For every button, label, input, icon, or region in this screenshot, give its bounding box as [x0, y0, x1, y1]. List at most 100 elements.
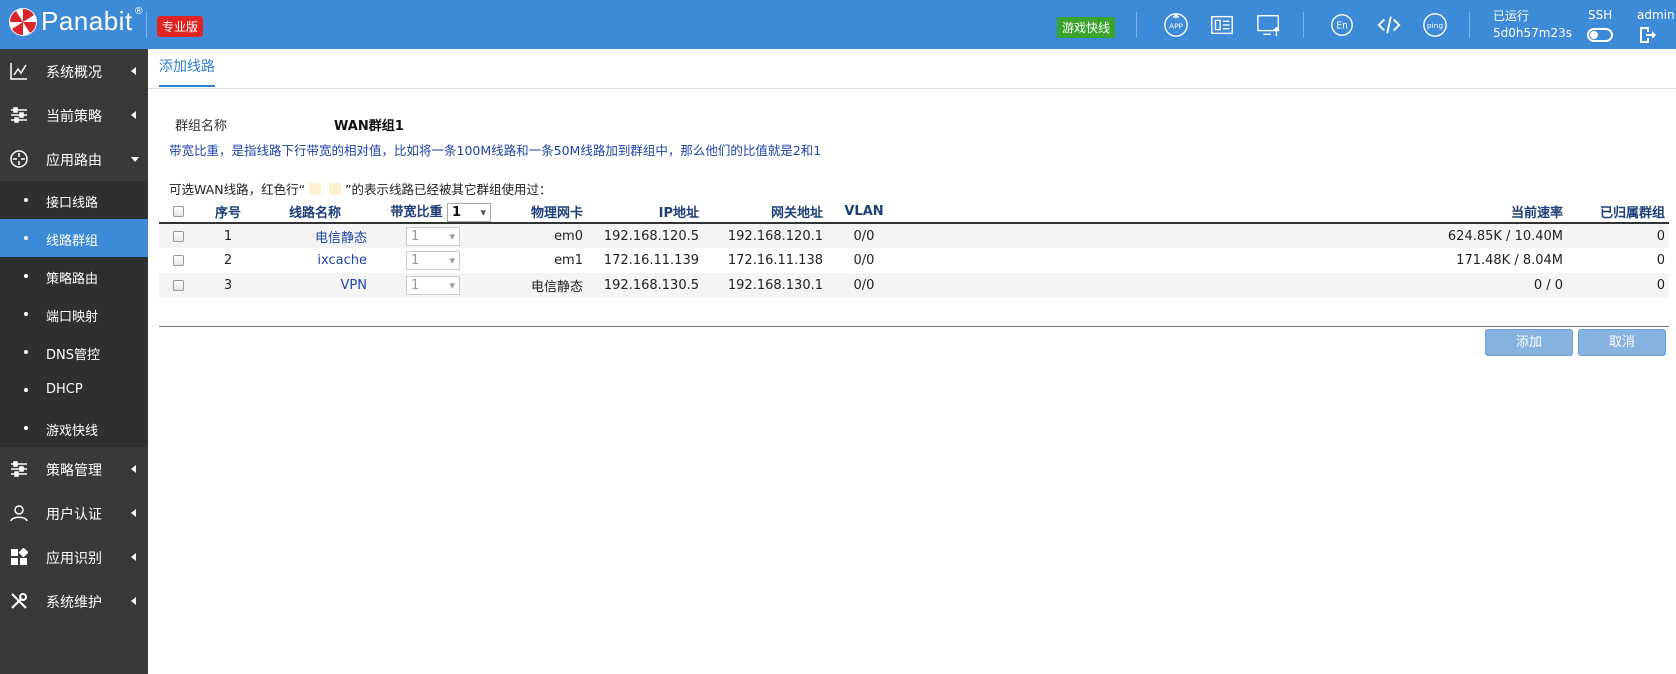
available-lines-hint: 可选WAN线路，红色行“ ”的表示线路已经被其它群组使用过：: [169, 179, 552, 198]
sidebar-subitem-interface-lines[interactable]: 接口线路: [0, 181, 148, 219]
ping-icon[interactable]: ping: [1421, 12, 1449, 38]
caret-left-icon: [131, 553, 136, 561]
brand-name: Panabit: [41, 6, 133, 36]
sidebar-item-label: 用户认证: [46, 507, 102, 523]
divider: [159, 326, 1669, 327]
col-weight: 带宽比重 1: [371, 201, 495, 224]
sidebar-item-user-auth[interactable]: 用户认证: [0, 491, 148, 535]
sidebar-subitem-policy-routing[interactable]: 策略路由: [0, 257, 148, 295]
row-weight: 1: [371, 223, 495, 248]
sidebar-item-overview[interactable]: 系统概况: [0, 49, 148, 93]
top-bar: Panabit ® 专业版 游戏快线 APP En ping 已运行 5d0h5…: [0, 0, 1676, 49]
sidebar-subitem-label: 线路群组: [46, 234, 99, 249]
svg-text:APP: APP: [1169, 22, 1184, 31]
sidebar-item-label: 系统概况: [46, 65, 102, 81]
row-rate: 171.48K / 8.04M: [1456, 253, 1563, 268]
row-nic: em1: [554, 253, 583, 268]
edition-badge: 专业版: [157, 16, 204, 37]
row-weight: 1: [371, 273, 495, 298]
table-row[interactable]: 2 ixcache 1 em1 172.16.11.139 172.16.11.…: [159, 248, 1669, 273]
line-name-link[interactable]: 电信静态: [315, 231, 367, 246]
line-name-link[interactable]: VPN: [341, 278, 367, 293]
row-checkbox[interactable]: [172, 280, 184, 291]
sidebar-item-app-identify[interactable]: 应用识别: [0, 535, 148, 579]
router-icon: [10, 150, 28, 168]
row-seq: 3: [197, 273, 259, 298]
hint-suffix: ”的表示线路已经被其它群组使用过：: [345, 182, 552, 197]
caret-left-icon: [131, 111, 136, 119]
add-button[interactable]: 添加: [1485, 329, 1573, 356]
sidebar-item-system-maint[interactable]: 系统维护: [0, 579, 148, 623]
sidebar-subitem-label: 端口映射: [46, 310, 99, 325]
line-name-link[interactable]: ixcache: [317, 253, 367, 268]
select-all-checkbox[interactable]: [172, 206, 184, 217]
col-nic: 物理网卡: [495, 201, 587, 224]
table-row[interactable]: 1 电信静态 1 em0 192.168.120.5 192.168.120.1…: [159, 223, 1669, 248]
sidebar-subitem-label: 游戏快线: [46, 424, 99, 439]
col-group: 已归属群组: [1567, 201, 1669, 224]
divider: [146, 12, 147, 38]
screen-upload-icon[interactable]: [1255, 12, 1283, 38]
game-accel-badge[interactable]: 游戏快线: [1057, 17, 1116, 38]
weight-select[interactable]: 1: [406, 251, 460, 270]
bullet-icon: [24, 388, 28, 392]
code-icon[interactable]: [1375, 12, 1403, 38]
sidebar-subitem-game-accel[interactable]: 游戏快线: [0, 409, 148, 447]
registered-mark: ®: [133, 6, 144, 17]
row-nic: em0: [495, 223, 587, 248]
bullet-icon: [24, 312, 28, 316]
uptime-label: 已运行: [1493, 9, 1530, 23]
uptime: 已运行 5d0h57m23s: [1493, 8, 1572, 42]
row-select-cell: [159, 273, 197, 298]
row-nic: 电信静态: [495, 273, 587, 298]
divider: [1136, 12, 1137, 38]
sidebar-subitem-dns-control[interactable]: DNS管控: [0, 333, 148, 371]
caret-left-icon: [131, 465, 136, 473]
monitor-panel-icon[interactable]: [1208, 12, 1236, 38]
tab-add-line[interactable]: 添加线路: [159, 56, 215, 87]
cancel-button[interactable]: 取消: [1578, 329, 1666, 356]
row-weight: 1: [371, 248, 495, 273]
language-en-icon[interactable]: En: [1328, 12, 1356, 38]
row-vlan: 0/0: [827, 273, 901, 298]
row-seq: 2: [223, 253, 233, 268]
row-seq: 1: [197, 223, 259, 248]
sidebar-subitem-line-groups[interactable]: 线路群组: [0, 219, 148, 257]
ssh-toggle[interactable]: [1587, 28, 1613, 42]
table-row[interactable]: 3 VPN 1 电信静态 192.168.130.5 192.168.130.1…: [159, 273, 1669, 298]
svg-text:En: En: [1336, 21, 1348, 32]
row-group: 0: [1567, 273, 1669, 298]
tab-header: 添加线路: [148, 49, 1676, 89]
group-name-label: 群组名称: [175, 119, 228, 134]
sidebar-item-current-policy[interactable]: 当前策略: [0, 93, 148, 137]
group-name-value: WAN群组1: [334, 119, 404, 134]
sidebar-item-label: 系统维护: [46, 595, 102, 611]
row-name: VPN: [259, 273, 371, 298]
app-icon[interactable]: APP: [1162, 12, 1190, 38]
row-gateway: 192.168.130.1: [703, 273, 827, 298]
row-checkbox[interactable]: [172, 230, 184, 242]
brand-logo: Panabit ®: [8, 6, 144, 37]
user-icon: [10, 505, 28, 522]
sidebar-subitem-dhcp[interactable]: DHCP: [0, 371, 148, 409]
weight-bulk-select[interactable]: 1: [447, 203, 491, 222]
sidebar-subitem-port-mapping[interactable]: 端口映射: [0, 295, 148, 333]
row-rate: 624.85K / 10.40M: [901, 223, 1567, 248]
sidebar-subitem-label: 策略路由: [46, 272, 99, 287]
row-gateway: 172.16.11.138: [727, 253, 823, 268]
sidebar-item-policy-mgmt[interactable]: 策略管理: [0, 447, 148, 491]
weight-select[interactable]: 1: [406, 276, 460, 295]
uptime-value: 5d0h57m23s: [1493, 26, 1572, 40]
logout-icon[interactable]: [1638, 26, 1656, 44]
user-name: admin: [1637, 8, 1675, 22]
sidebar: 系统概况 当前策略 应用路由 接口线路 线路群组 策略路由 端口映射 DNS管控…: [0, 49, 148, 674]
row-vlan: 0/0: [827, 223, 901, 248]
divider: [1303, 12, 1304, 38]
row-rate: 0 / 0: [901, 273, 1567, 298]
sidebar-item-label: 应用识别: [46, 551, 102, 567]
row-group: 0: [1567, 223, 1669, 248]
row-checkbox[interactable]: [172, 255, 184, 266]
sidebar-item-app-routing[interactable]: 应用路由: [0, 137, 148, 181]
weight-select[interactable]: 1: [406, 226, 460, 246]
svg-text:ping: ping: [1427, 21, 1443, 30]
